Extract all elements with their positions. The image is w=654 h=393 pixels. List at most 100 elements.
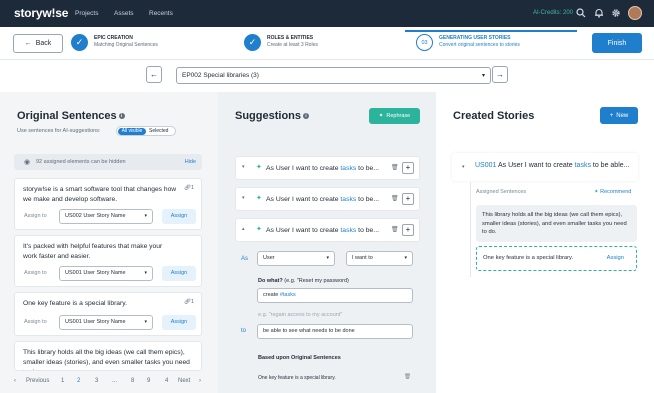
- trash-icon[interactable]: 🗑︎: [391, 195, 399, 202]
- sentence-filter-toggle[interactable]: All visible Selected: [116, 126, 176, 136]
- role-select[interactable]: User ▾: [257, 251, 335, 266]
- page-ellipsis: ...: [112, 378, 118, 384]
- link-icon: 🔗︎1: [183, 299, 194, 305]
- pagination: ‹ Previous 1 2 3 ... 8 9 4 Next ›: [14, 378, 214, 388]
- previous-epic-button[interactable]: ←: [146, 66, 162, 83]
- created-stories-panel: [436, 92, 654, 393]
- page-link[interactable]: 1: [61, 378, 64, 384]
- sentence-card[interactable]: One key feature is a special library. 🔗︎…: [14, 292, 202, 336]
- suggestions-title: Suggestions i: [235, 110, 310, 122]
- do-what-label: Do what? (e.g. "Reset my password): [258, 278, 349, 284]
- assign-button[interactable]: Assign: [162, 209, 196, 224]
- app-logo[interactable]: storyw!se: [14, 6, 68, 20]
- chevron-down-icon: ▾: [144, 270, 147, 276]
- assigned-sentences-label: Assigned Sentences: [476, 189, 527, 195]
- chevron-down-icon: ▾: [404, 255, 407, 261]
- page-link[interactable]: 9: [147, 378, 150, 384]
- new-story-button[interactable]: + New: [600, 107, 638, 124]
- page-link[interactable]: 4: [165, 378, 168, 384]
- info-icon[interactable]: i: [303, 113, 310, 120]
- chevron-down-icon: ▾: [326, 255, 329, 261]
- magic-wand-icon: ✦: [594, 189, 599, 195]
- based-upon-label: Based upon Original Sentences: [258, 355, 341, 361]
- chevron-down-icon[interactable]: ▾: [242, 195, 245, 201]
- nav-recents[interactable]: Recents: [149, 10, 173, 17]
- previous-page-icon[interactable]: ‹: [14, 378, 16, 384]
- user-avatar[interactable]: [628, 6, 642, 20]
- user-story-select[interactable]: US002 User Story Name ▾: [59, 209, 153, 224]
- arrow-left-icon: ←: [150, 70, 158, 79]
- user-story-select[interactable]: US001 User Story Name ▾: [59, 266, 153, 281]
- page-link[interactable]: 8: [131, 378, 134, 384]
- assign-button[interactable]: Assign: [162, 315, 196, 330]
- epic-select[interactable]: EP002 Special libraries (3) ▾: [176, 67, 491, 84]
- assign-link[interactable]: Assign: [607, 255, 624, 261]
- recommend-link[interactable]: ✦ Recommend: [594, 189, 631, 195]
- add-story-button[interactable]: +: [402, 193, 414, 205]
- to-hint: e.g. "regain access to my account": [258, 312, 343, 318]
- tree-line: [470, 182, 471, 277]
- bell-icon[interactable]: [594, 8, 604, 20]
- chevron-down-icon[interactable]: ▾: [462, 164, 465, 170]
- chevron-down-icon: ▾: [144, 213, 147, 219]
- user-story-select[interactable]: US001 User Story Name ▾: [59, 315, 153, 330]
- link-icon: 🔗︎1: [183, 185, 194, 191]
- trash-icon[interactable]: 🗑︎: [391, 226, 399, 233]
- sentence-card[interactable]: It's packed with helpful features that m…: [14, 235, 202, 287]
- plus-icon: +: [609, 112, 614, 119]
- as-label: As: [241, 256, 249, 262]
- toggle-all-visible[interactable]: All visible: [118, 128, 146, 135]
- verb-select[interactable]: I want to ▾: [346, 251, 413, 266]
- use-sentences-label: Use sentences for AI-suggestions:: [17, 128, 101, 134]
- chevron-down-icon[interactable]: ▾: [242, 164, 245, 170]
- chevron-down-icon: ▾: [144, 319, 147, 325]
- rephrase-button[interactable]: ✦ Rephrase: [369, 108, 420, 124]
- to-input[interactable]: be able to see what needs to be done: [257, 324, 413, 339]
- active-step-indicator: [405, 30, 577, 32]
- add-story-button[interactable]: +: [402, 162, 414, 174]
- arrow-left-icon: ←: [24, 40, 32, 47]
- suggestion-row[interactable]: ▾ ✦ As User I want to create tasks to be…: [235, 187, 420, 211]
- check-icon: ✓: [71, 34, 88, 51]
- search-icon[interactable]: [576, 8, 586, 20]
- hidden-elements-bar: ◉ 92 assigned elements can be hidden Hid…: [14, 154, 202, 170]
- nav-assets[interactable]: Assets: [114, 10, 134, 17]
- trash-icon[interactable]: 🗑︎: [404, 374, 411, 380]
- magic-wand-icon: ✦: [378, 113, 384, 119]
- assigned-sentence-card: This library holds all the big ideas (we…: [476, 205, 637, 242]
- nav-projects[interactable]: Projects: [75, 10, 98, 17]
- sentence-card[interactable]: This library holds all the big ideas (we…: [14, 341, 202, 371]
- to-label: to: [241, 328, 247, 334]
- do-what-input[interactable]: create #tasks: [257, 288, 413, 303]
- next-page-link[interactable]: Next: [178, 378, 190, 384]
- previous-page-link[interactable]: Previous: [26, 378, 49, 384]
- page-link-current[interactable]: 2: [77, 378, 80, 384]
- toggle-selected[interactable]: Selected: [149, 128, 168, 135]
- next-page-icon[interactable]: ›: [199, 378, 201, 384]
- finish-button[interactable]: Finish: [592, 33, 642, 53]
- trash-icon[interactable]: 🗑︎: [391, 164, 399, 171]
- magic-wand-icon: ✦: [256, 226, 262, 233]
- magic-wand-icon: ✦: [256, 195, 262, 202]
- arrow-right-icon: →: [496, 70, 504, 79]
- settings-icon[interactable]: [611, 8, 621, 20]
- created-stories-title: Created Stories: [453, 110, 535, 122]
- assign-button[interactable]: Assign: [162, 266, 196, 281]
- back-button[interactable]: ← Back: [13, 34, 63, 53]
- story-editor: As User ▾ I want to ▾ Do what? (e.g. "Rese…: [235, 244, 420, 393]
- step-number: 03: [416, 34, 433, 51]
- info-icon[interactable]: i: [118, 113, 125, 120]
- suggestion-row-expanded[interactable]: ▴ ✦ As User I want to create tasks to be…: [235, 218, 420, 242]
- original-sentences-title: Original Sentences i: [17, 110, 125, 122]
- sentence-card[interactable]: storyw!se is a smart software tool that …: [14, 178, 202, 230]
- suggestion-row[interactable]: ▾ ✦ As User I want to create tasks to be…: [235, 156, 420, 180]
- page-link[interactable]: 3: [95, 378, 98, 384]
- hide-link[interactable]: Hide: [185, 159, 196, 165]
- suggested-sentence-card: One key feature is a special library. As…: [476, 246, 637, 271]
- next-epic-button[interactable]: →: [492, 66, 508, 83]
- created-story-row[interactable]: ▾ US001 As User I want to create tasks t…: [452, 153, 638, 181]
- chevron-up-icon[interactable]: ▴: [242, 226, 245, 232]
- add-story-button[interactable]: +: [402, 224, 414, 236]
- magic-wand-icon: ✦: [256, 164, 262, 171]
- ai-credits: AI-Credits: 200: [533, 10, 574, 16]
